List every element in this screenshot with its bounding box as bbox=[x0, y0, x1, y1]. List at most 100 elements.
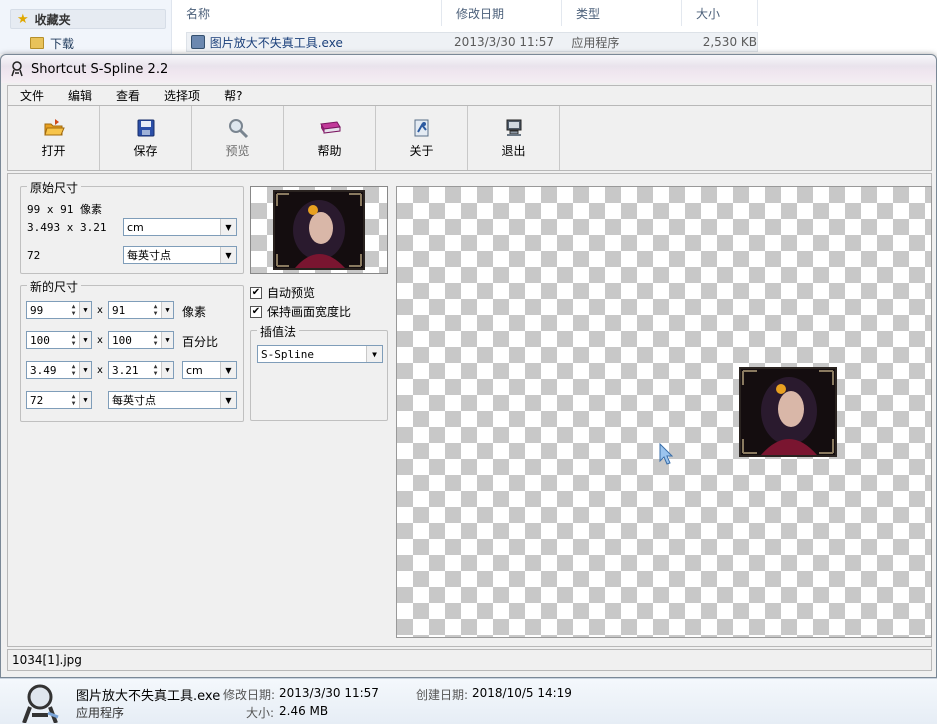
spin-arrows-icon[interactable]: ▲ ▼ bbox=[68, 302, 79, 318]
column-header-row: 名称 修改日期 类型 大小 bbox=[172, 0, 937, 26]
exit-button[interactable]: 退出 bbox=[468, 106, 560, 170]
open-button[interactable]: 打开 bbox=[8, 106, 100, 170]
new-size-legend: 新的尺寸 bbox=[27, 278, 82, 295]
width-percent-spinner[interactable]: 100 ▲ ▼ ▼ bbox=[26, 331, 92, 349]
menu-file[interactable]: 文件 bbox=[8, 87, 56, 104]
downloads-item[interactable]: 下载 bbox=[10, 33, 74, 53]
width-cm-value: 3.49 bbox=[30, 363, 57, 377]
preview-button[interactable]: 预览 bbox=[192, 106, 284, 170]
status-bar: 1034[1].jpg bbox=[7, 649, 932, 671]
original-unit-select[interactable]: cm ▼ bbox=[123, 218, 237, 236]
file-date: 2013/3/30 11:57 bbox=[454, 35, 554, 49]
chevron-down-icon[interactable]: ▼ bbox=[79, 362, 91, 378]
interpolation-select[interactable]: S-Spline ▼ bbox=[257, 345, 383, 363]
menu-help[interactable]: 帮? bbox=[212, 87, 254, 104]
details-mod-value: 2013/3/30 11:57 bbox=[279, 686, 379, 700]
original-size-legend: 原始尺寸 bbox=[27, 179, 82, 196]
column-type[interactable]: 类型 bbox=[562, 0, 682, 26]
new-dpi-unit-value: 每英寸点 bbox=[112, 394, 156, 407]
keep-ratio-checkbox[interactable]: ✔ 保持画面宽度比 bbox=[250, 303, 351, 320]
about-button[interactable]: 关于 bbox=[376, 106, 468, 170]
spin-arrows-icon[interactable]: ▲ ▼ bbox=[68, 332, 79, 348]
percent-unit-label: 百分比 bbox=[182, 335, 219, 349]
navigation-pane: ★ 收藏夹 下载 bbox=[0, 0, 172, 54]
menu-view[interactable]: 查看 bbox=[104, 87, 152, 104]
downloads-label: 下载 bbox=[50, 36, 75, 51]
chevron-down-icon: ▼ bbox=[220, 362, 236, 378]
chevron-down-icon[interactable]: ▼ bbox=[161, 362, 173, 378]
main-preview-canvas[interactable] bbox=[396, 186, 932, 638]
file-type: 应用程序 bbox=[571, 35, 620, 50]
window-title: Shortcut S-Spline 2.2 bbox=[31, 61, 169, 77]
save-label: 保存 bbox=[133, 144, 158, 158]
spin-arrows-icon[interactable]: ▲ ▼ bbox=[68, 362, 79, 378]
file-size: 2,530 KB bbox=[702, 35, 757, 49]
favorites-item[interactable]: ★ 收藏夹 bbox=[10, 9, 166, 29]
chevron-down-icon: ▼ bbox=[220, 247, 236, 263]
new-dpi-unit-select[interactable]: 每英寸点 ▼ bbox=[108, 391, 237, 409]
height-pixels-spinner[interactable]: 91 ▲ ▼ ▼ bbox=[108, 301, 174, 319]
details-file-type: 应用程序 bbox=[76, 706, 125, 720]
details-file-name: 图片放大不失真工具.exe bbox=[76, 689, 221, 704]
menu-options[interactable]: 选择项 bbox=[152, 87, 212, 104]
original-dpi-unit-select[interactable]: 每英寸点 ▼ bbox=[123, 246, 237, 264]
thumbnail-preview[interactable] bbox=[250, 186, 388, 274]
details-mod-label: 修改日期: bbox=[223, 688, 276, 702]
preview-image bbox=[739, 367, 837, 457]
file-row[interactable]: 图片放大不失真工具.exe 2013/3/30 11:57 应用程序 2,530… bbox=[186, 32, 758, 52]
thumbnail-image bbox=[273, 190, 365, 270]
chevron-down-icon: ▼ bbox=[366, 346, 382, 362]
original-size-group: 原始尺寸 99 x 91 像素 3.493 x 3.21 cm ▼ 72 每英寸… bbox=[20, 179, 244, 274]
interpolation-legend: 插值法 bbox=[257, 323, 300, 340]
times-label: x bbox=[97, 365, 103, 376]
content-area: 原始尺寸 99 x 91 像素 3.493 x 3.21 cm ▼ 72 每英寸… bbox=[7, 173, 932, 647]
chevron-down-icon[interactable]: ▼ bbox=[79, 302, 91, 318]
height-pixels-value: 91 bbox=[112, 303, 126, 317]
times-label: x bbox=[97, 335, 103, 346]
original-unit-value: cm bbox=[127, 220, 144, 234]
column-name[interactable]: 名称 bbox=[172, 0, 442, 26]
new-size-group: 新的尺寸 99 ▲ ▼ ▼ x 91 ▲ ▼ ▼ 像素 100 ▲ ▼ ▼ x 100 ▲ ▼… bbox=[20, 278, 244, 422]
height-cm-value: 3.21 bbox=[112, 363, 139, 377]
chevron-down-icon[interactable]: ▼ bbox=[79, 392, 91, 408]
mouse-cursor-icon bbox=[659, 442, 674, 468]
help-button[interactable]: 帮助 bbox=[284, 106, 376, 170]
keep-ratio-label: 保持画面宽度比 bbox=[267, 305, 352, 319]
height-percent-spinner[interactable]: 100 ▲ ▼ ▼ bbox=[108, 331, 174, 349]
original-physical-size: 3.493 x 3.21 bbox=[27, 221, 107, 234]
spin-arrows-icon[interactable]: ▲ ▼ bbox=[68, 392, 79, 408]
spin-arrows-icon[interactable]: ▲ ▼ bbox=[150, 362, 161, 378]
chevron-down-icon[interactable]: ▼ bbox=[161, 302, 173, 318]
about-label: 关于 bbox=[409, 144, 434, 158]
original-dpi-unit-value: 每英寸点 bbox=[127, 249, 171, 262]
save-disk-icon bbox=[135, 118, 157, 138]
details-created-value: 2018/10/5 14:19 bbox=[472, 686, 572, 700]
details-size-label: 大小: bbox=[246, 706, 275, 720]
column-size[interactable]: 大小 bbox=[682, 0, 758, 26]
column-date[interactable]: 修改日期 bbox=[442, 0, 562, 26]
new-unit-select[interactable]: cm ▼ bbox=[182, 361, 237, 379]
open-folder-icon bbox=[43, 118, 65, 138]
height-cm-spinner[interactable]: 3.21 ▲ ▼ ▼ bbox=[108, 361, 174, 379]
chevron-down-icon[interactable]: ▼ bbox=[161, 332, 173, 348]
menu-edit[interactable]: 编辑 bbox=[56, 87, 104, 104]
width-pixels-spinner[interactable]: 99 ▲ ▼ ▼ bbox=[26, 301, 92, 319]
original-pixels: 99 x 91 像素 bbox=[27, 203, 102, 216]
sspline-window: Shortcut S-Spline 2.2 文件 编辑 查看 选择项 帮? 打开… bbox=[0, 54, 937, 678]
spin-arrows-icon[interactable]: ▲ ▼ bbox=[150, 332, 161, 348]
save-button[interactable]: 保存 bbox=[100, 106, 192, 170]
app-icon bbox=[191, 35, 205, 49]
star-icon: ★ bbox=[17, 11, 29, 27]
width-cm-spinner[interactable]: 3.49 ▲ ▼ ▼ bbox=[26, 361, 92, 379]
favorites-label: 收藏夹 bbox=[34, 12, 71, 27]
about-icon bbox=[411, 118, 433, 138]
toolbar: 打开 保存 预览 帮助 关于 退出 bbox=[7, 105, 932, 171]
title-bar[interactable]: Shortcut S-Spline 2.2 bbox=[1, 55, 936, 83]
details-size-value: 2.46 MB bbox=[279, 704, 329, 718]
auto-preview-checkbox[interactable]: ✔ 自动预览 bbox=[250, 284, 315, 301]
pixels-unit-label: 像素 bbox=[182, 305, 207, 319]
dpi-spinner[interactable]: 72 ▲ ▼ ▼ bbox=[26, 391, 92, 409]
spin-arrows-icon[interactable]: ▲ ▼ bbox=[150, 302, 161, 318]
file-name: 图片放大不失真工具.exe bbox=[209, 35, 343, 50]
chevron-down-icon[interactable]: ▼ bbox=[79, 332, 91, 348]
